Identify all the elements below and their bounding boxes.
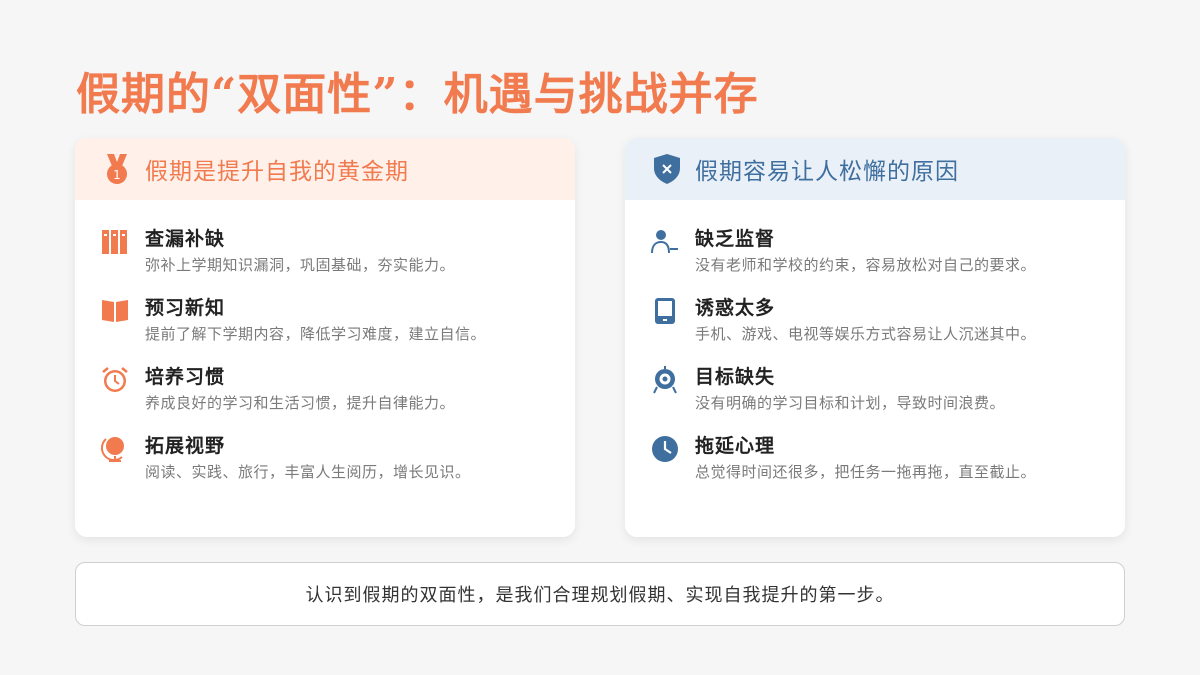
clock-icon: [651, 435, 679, 463]
item-description: 手机、游戏、电视等娱乐方式容易让人沉迷其中。: [695, 325, 1037, 343]
compass-target-icon: [651, 366, 679, 394]
opportunity-card-title: 假期是提升自我的黄金期: [145, 159, 409, 185]
item-title: 拓展视野: [145, 435, 226, 457]
item-title: 缺乏监督: [695, 228, 776, 250]
challenge-card-title: 假期容易让人松懈的原因: [695, 159, 959, 185]
list-item: 目标缺失 没有明确的学习目标和计划，导致时间浪费。: [625, 364, 1125, 433]
challenge-card-header: 假期容易让人松懈的原因: [625, 138, 1125, 200]
opportunity-card-header: 1 假期是提升自我的黄金期: [75, 138, 575, 200]
item-title: 拖延心理: [695, 435, 776, 457]
item-title: 查漏补缺: [145, 228, 226, 250]
globe-icon: [101, 435, 129, 463]
item-description: 提前了解下学期内容，降低学习难度，建立自信。: [145, 325, 487, 343]
page-title: 假期的“双面性”：机遇与挑战并存: [76, 69, 759, 120]
item-title: 预习新知: [145, 297, 226, 319]
alarm-clock-icon: [101, 366, 129, 394]
item-description: 没有老师和学校的约束，容易放松对自己的要求。: [695, 256, 1037, 274]
challenge-card: 假期容易让人松懈的原因 缺乏监督 没有老师和学校的约束，容易放松对自己的要求。: [625, 138, 1125, 537]
item-title: 诱惑太多: [695, 297, 776, 319]
medal-icon: 1: [101, 153, 133, 185]
summary-banner: 认识到假期的双面性，是我们合理规划假期、实现自我提升的第一步。: [75, 562, 1125, 626]
item-description: 总觉得时间还很多，把任务一拖再拖，直至截止。: [695, 463, 1037, 481]
list-item: 拖延心理 总觉得时间还很多，把任务一拖再拖，直至截止。: [625, 433, 1125, 502]
list-item: 缺乏监督 没有老师和学校的约束，容易放松对自己的要求。: [625, 226, 1125, 295]
open-book-icon: [101, 297, 129, 325]
list-item: 拓展视野 阅读、实践、旅行，丰富人生阅历，增长见识。: [75, 433, 575, 502]
list-item: 查漏补缺 弥补上学期知识漏洞，巩固基础，夯实能力。: [75, 226, 575, 295]
books-icon: [101, 228, 129, 256]
tablet-icon: [651, 297, 679, 325]
user-minus-icon: [651, 228, 679, 256]
shield-x-icon: [651, 153, 683, 185]
item-description: 阅读、实践、旅行，丰富人生阅历，增长见识。: [145, 463, 471, 481]
svg-text:1: 1: [113, 168, 121, 182]
opportunity-card: 1 假期是提升自我的黄金期 查漏补缺 弥补上学期知识漏洞，巩固基础，夯实能力。: [75, 138, 575, 537]
item-description: 没有明确的学习目标和计划，导致时间浪费。: [695, 394, 1006, 412]
item-title: 目标缺失: [695, 366, 776, 388]
item-description: 弥补上学期知识漏洞，巩固基础，夯实能力。: [145, 256, 456, 274]
item-title: 培养习惯: [145, 366, 226, 388]
list-item: 培养习惯 养成良好的学习和生活习惯，提升自律能力。: [75, 364, 575, 433]
list-item: 预习新知 提前了解下学期内容，降低学习难度，建立自信。: [75, 295, 575, 364]
item-description: 养成良好的学习和生活习惯，提升自律能力。: [145, 394, 456, 412]
list-item: 诱惑太多 手机、游戏、电视等娱乐方式容易让人沉迷其中。: [625, 295, 1125, 364]
